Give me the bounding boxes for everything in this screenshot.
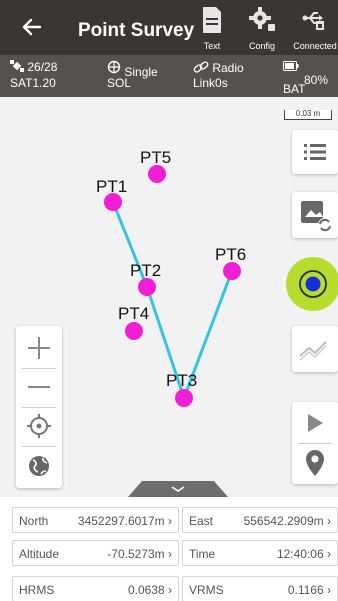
altitude-label: Altitude [19,547,60,561]
center-location-button[interactable] [16,406,62,446]
nav-controls-card [292,402,338,484]
survey-point-marker[interactable] [148,165,166,183]
north-field[interactable]: North 3452297.6017m › [12,507,179,533]
crosshair-icon [27,414,51,438]
plus-icon [28,337,50,359]
zoom-in-button[interactable] [16,328,62,368]
chevron-down-icon [128,481,228,497]
zoom-out-button[interactable] [16,367,62,407]
time-label: Time [189,547,216,561]
map-zoom-controls [16,326,62,488]
point-list-button[interactable] [292,130,338,174]
hrms-field[interactable]: HRMS 0.0638 › [12,576,179,601]
survey-point-label: PT1 [96,177,127,196]
survey-point-marker[interactable] [125,322,143,340]
play-icon [308,414,323,432]
survey-point-marker[interactable] [175,389,193,407]
chart-button[interactable] [292,326,338,372]
altitude-value: -70.5273m › [107,547,172,561]
time-value: 12:40:06 › [276,547,331,561]
survey-point-label: PT6 [215,245,246,264]
basemap-button[interactable] [16,446,62,486]
point-survey-screen: Point Survey Text Config Connected 26/28… [0,0,338,601]
vrms-value: 0.1166 › [287,583,331,597]
location-button[interactable] [292,444,338,484]
east-label: East [189,514,214,528]
record-target-icon [286,257,338,311]
hrms-value: 0.0638 › [127,583,172,597]
survey-point-label: PT4 [118,304,149,323]
play-button[interactable] [292,402,338,442]
time-field[interactable]: Time 12:40:06 › [182,540,338,566]
vrms-field[interactable]: VRMS 0.1166 › [182,576,338,601]
hrms-label: HRMS [19,583,55,597]
survey-point-label: PT3 [166,371,197,390]
vrms-label: VRMS [189,583,224,597]
minus-icon [28,386,50,388]
north-label: North [19,514,49,528]
location-pin-icon [306,450,324,476]
survey-point-label: PT2 [130,261,161,280]
altitude-field[interactable]: Altitude -70.5273m › [12,540,179,566]
east-field[interactable]: East 556542.2909m › [182,507,338,533]
survey-point-label: PT5 [140,148,171,167]
record-point-button[interactable] [280,256,338,314]
map-sync-icon [301,201,332,232]
east-value: 556542.2909m › [243,514,331,528]
globe-icon [29,456,49,476]
line-chart-icon [299,341,327,361]
coordinate-panel: North 3452297.6017m › East 556542.2909m … [0,497,338,601]
survey-point-marker[interactable] [223,262,241,280]
layer-switch-button[interactable] [292,192,338,238]
list-icon [304,144,326,160]
survey-point-marker[interactable] [138,278,156,296]
north-value: 3452297.6017m › [77,514,172,528]
collapse-panel-button[interactable] [128,481,228,497]
